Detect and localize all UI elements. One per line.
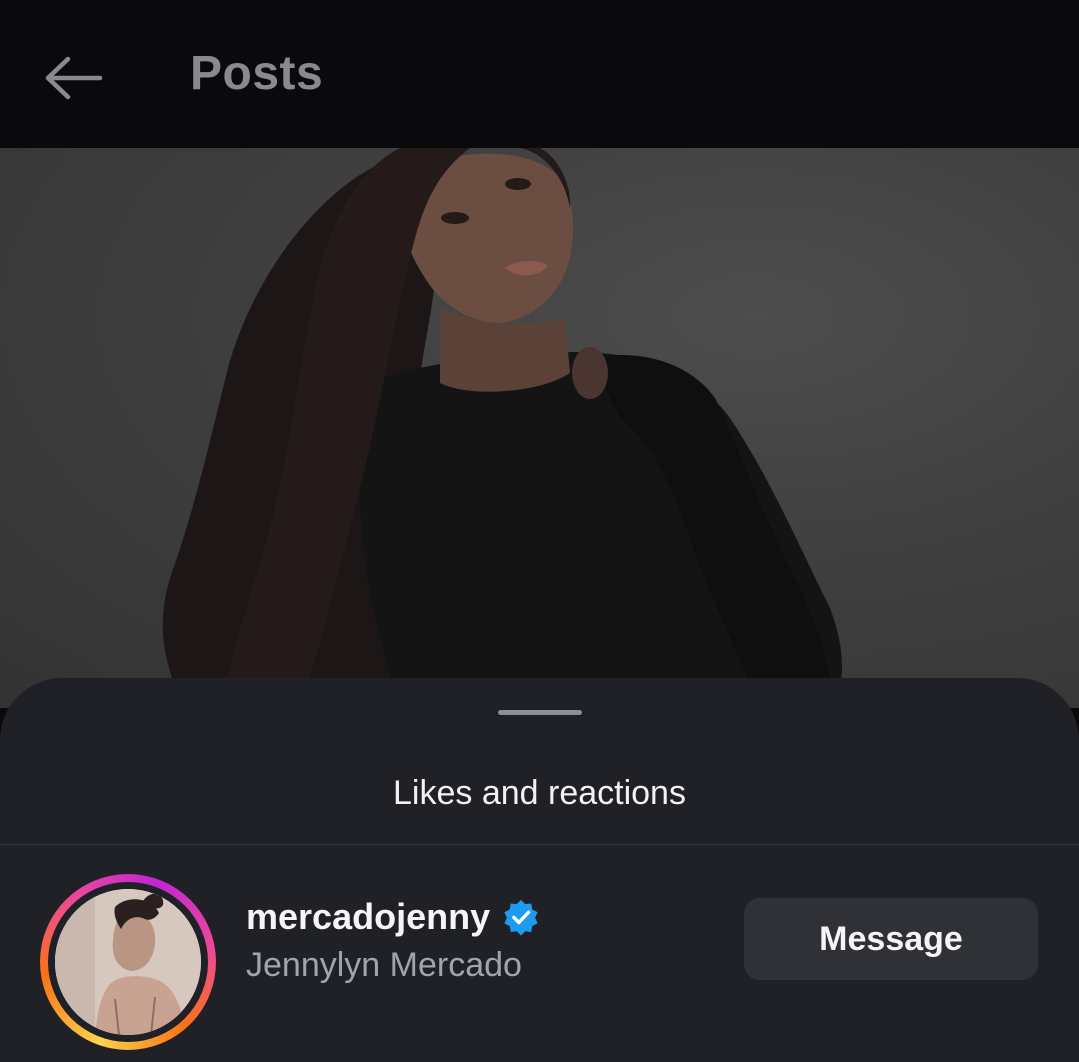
back-button[interactable]	[38, 48, 108, 108]
top-bar: Posts	[0, 0, 1079, 148]
post-image[interactable]	[0, 148, 1079, 708]
sheet-title: Likes and reactions	[393, 774, 686, 812]
page-title: Posts	[190, 47, 324, 100]
story-ring[interactable]	[40, 874, 216, 1050]
username[interactable]: mercadojenny	[246, 896, 490, 938]
verified-badge-icon	[502, 898, 540, 936]
drag-handle[interactable]	[498, 710, 582, 715]
avatar	[55, 889, 201, 1035]
likes-sheet: Likes and reactions mercadojenny Jennyly…	[0, 678, 1079, 1062]
full-name: Jennylyn Mercado	[246, 946, 522, 984]
portrait-illustration	[162, 148, 842, 708]
message-button[interactable]: Message	[744, 898, 1038, 980]
username-line: mercadojenny	[246, 896, 540, 938]
user-row[interactable]: mercadojenny Jennylyn Mercado Message	[0, 874, 1079, 1054]
arrow-left-icon	[45, 56, 103, 100]
avatar-photo	[55, 889, 201, 1035]
divider	[0, 844, 1079, 845]
